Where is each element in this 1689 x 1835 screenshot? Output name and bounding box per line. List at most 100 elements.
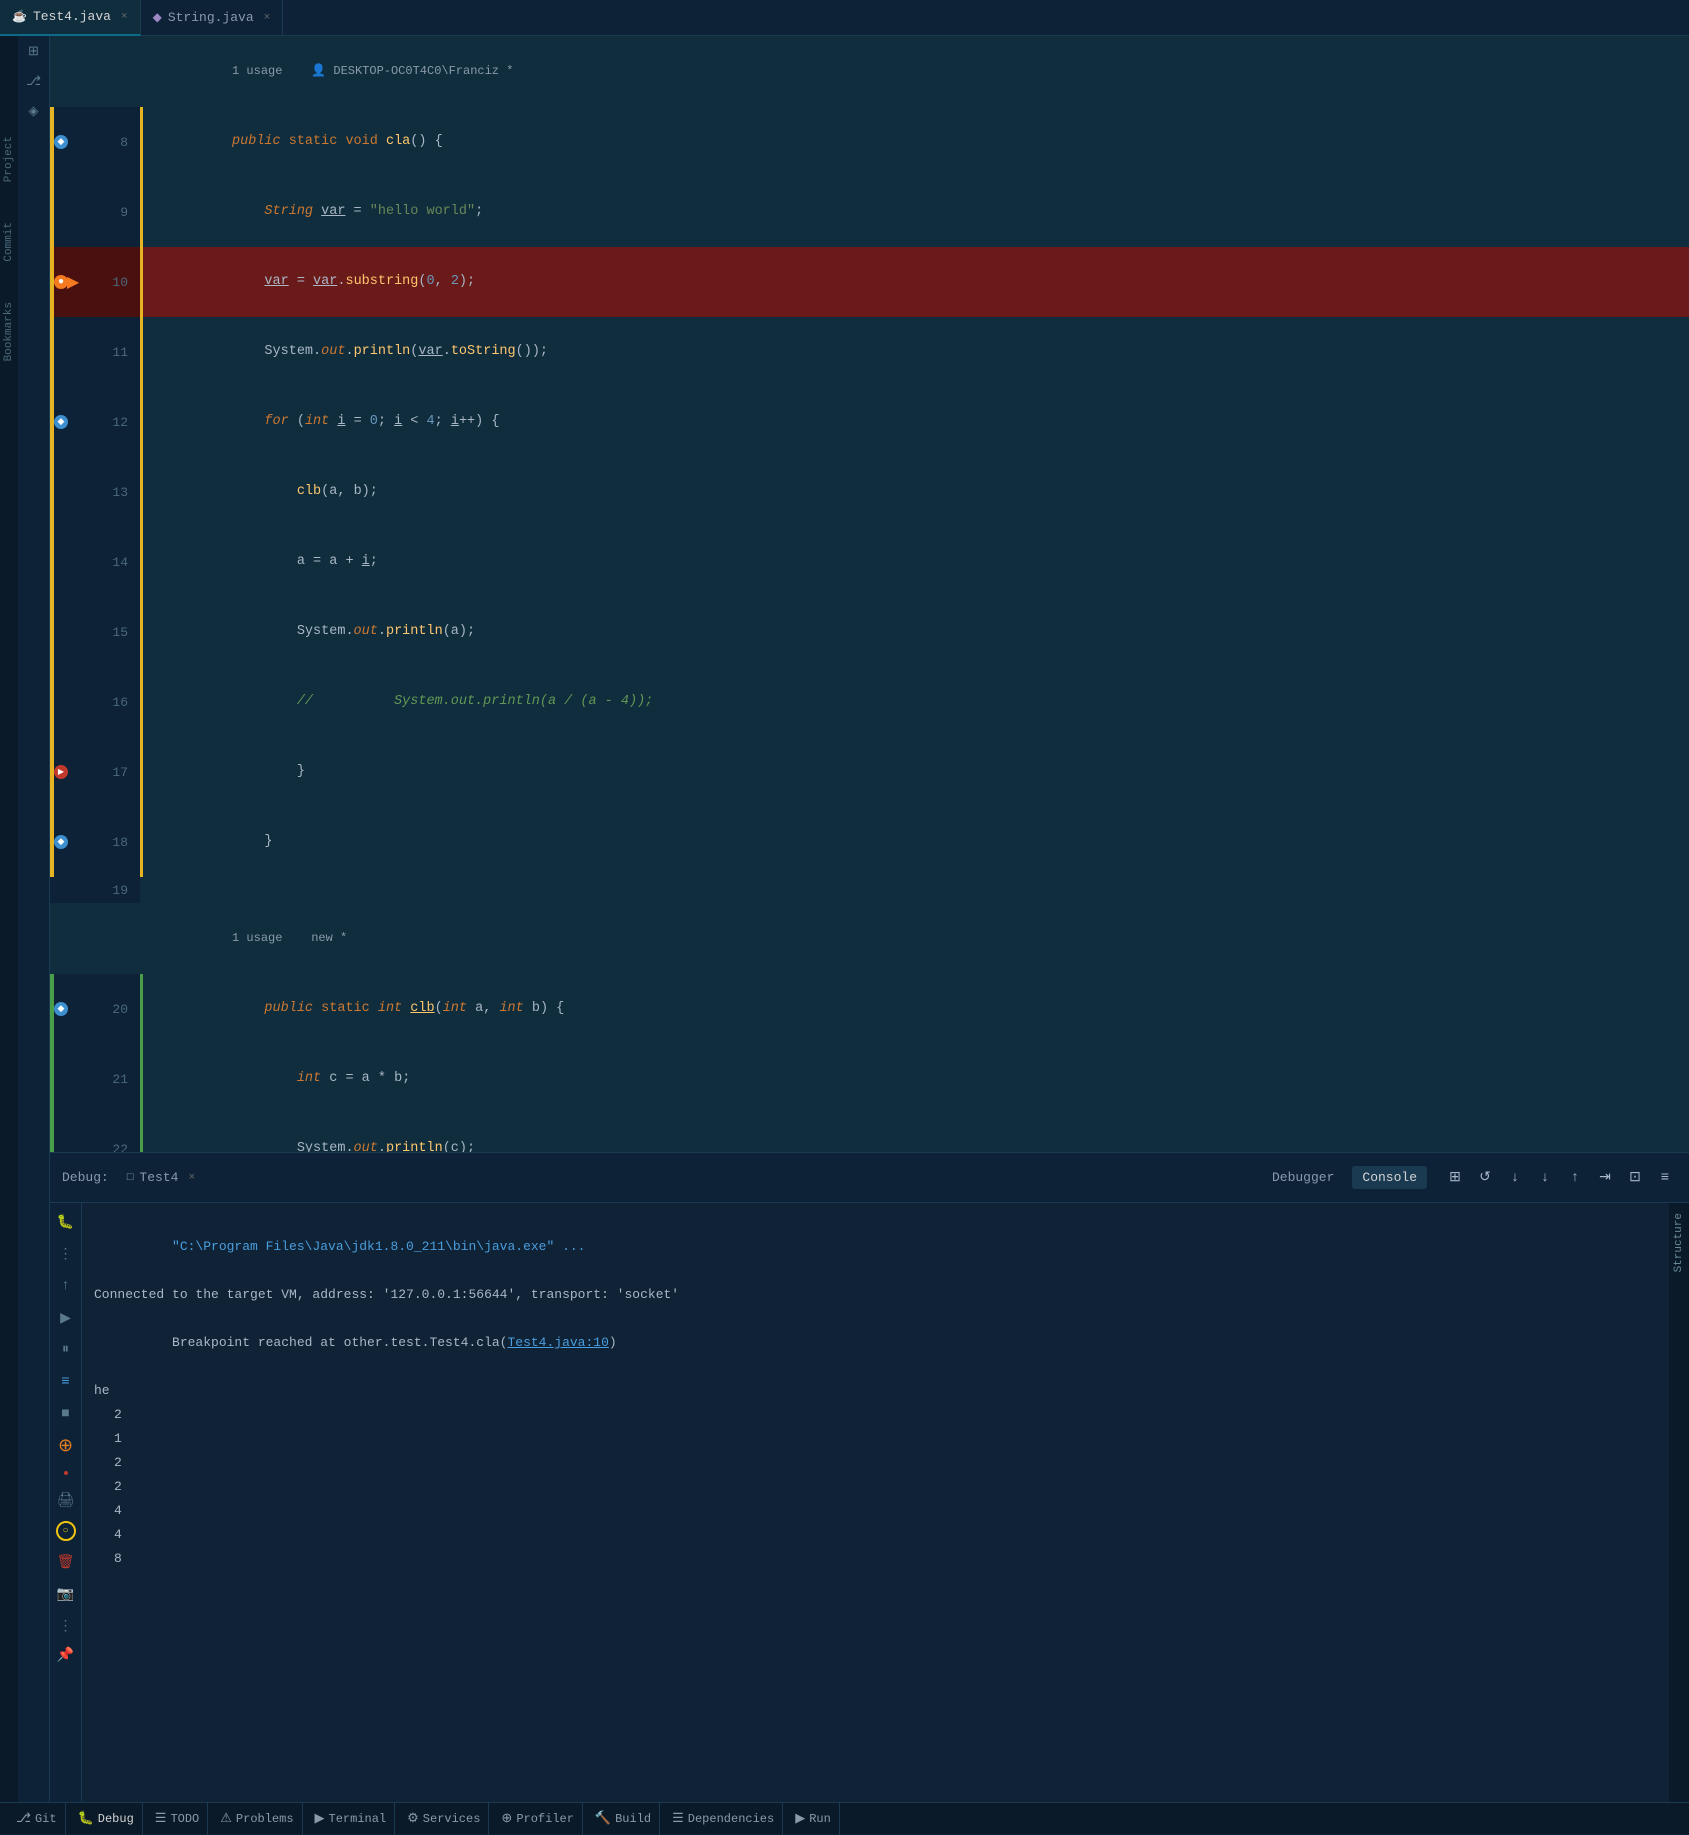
usage-meta-2: 1 usage new * [143,903,1689,974]
status-build[interactable]: 🔨 Build [587,1803,660,1835]
var-var-11: var [418,344,442,359]
sidebar-icon-1[interactable]: ⊞ [23,40,45,62]
more2-icon[interactable]: ⋮ [55,1615,77,1637]
var-i-12: i [337,414,345,429]
line-8-content[interactable]: public static void cla() { [143,107,1689,177]
var-b-21: b [394,1071,402,1086]
delete-icon[interactable]: 🗑 [55,1551,77,1573]
stop-icon[interactable]: ■ [55,1403,77,1425]
sidebar-icon-3[interactable]: ◈ [23,100,45,122]
commit-label[interactable]: Commit [3,222,15,262]
tab-console[interactable]: Console [1352,1166,1427,1189]
line-num-8: 8 [120,135,128,150]
line-22-content[interactable]: System.out.println(c); [143,1114,1689,1152]
line-13-content[interactable]: clb(a, b); [143,457,1689,527]
out-22: out [354,1141,378,1152]
camera-icon[interactable]: 📷 [55,1583,77,1605]
debug-session-tab[interactable]: □ Test4 × [117,1166,205,1189]
status-todo[interactable]: ☰ TODO [147,1803,208,1835]
line-16-row: 16 // System.out.println(a / (a - 4)); [50,667,1689,737]
tab-string[interactable]: ◆ String.java × [141,0,284,36]
bookmark-20: ◆ [54,1002,68,1016]
line-10-content[interactable]: var = var.substring(0, 2); [143,247,1689,317]
usage-text-2: 1 usage new * [232,931,347,945]
status-services-label: Services [423,1812,481,1826]
tab-test4-label: Test4.java [33,9,111,24]
kw-public-20: public [264,1001,313,1016]
line-num-12: 12 [112,415,128,430]
var-i-12b: i [394,414,402,429]
test4-link[interactable]: Test4.java:10 [507,1335,608,1350]
tab-string-close[interactable]: × [264,12,271,24]
status-run[interactable]: ▶ Run [787,1803,840,1835]
usage-text: 1 usage 👤 DESKTOP-OC0T4C0\Franciz * [232,64,513,78]
bookmarks-label[interactable]: Bookmarks [3,302,15,361]
line-21-content[interactable]: int c = a * b; [143,1044,1689,1114]
project-label[interactable]: Project [3,136,15,182]
kw-string-9: String [264,204,313,219]
toolbar-step-out-btn[interactable]: ↑ [1563,1166,1587,1190]
console-line-3: Breakpoint reached at other.test.Test4.c… [94,1307,1657,1379]
toolbar-eval-btn[interactable]: ⊡ [1623,1166,1647,1190]
tab-debugger[interactable]: Debugger [1262,1166,1344,1189]
up-icon[interactable]: ↑ [55,1275,77,1297]
status-problems[interactable]: ⚠ Problems [212,1803,302,1835]
out-15: out [354,624,378,639]
stack-icon[interactable]: ≡ [55,1371,77,1393]
code-container[interactable]: 1 usage 👤 DESKTOP-OC0T4C0\Franciz * ◆ 8 … [50,36,1689,1152]
toolbar-run-to-btn[interactable]: ⇥ [1593,1166,1617,1190]
gutter-17: ▶ 17 [50,737,140,807]
tab-test4[interactable]: ☕ Test4.java × [0,0,141,36]
tab-test4-close[interactable]: × [121,11,128,23]
sidebar-icon-2[interactable]: ⎇ [23,70,45,92]
pause-icon[interactable]: ⏸ [55,1339,77,1361]
line-18-content[interactable]: } [143,807,1689,877]
pin-icon[interactable]: 📌 [58,1647,74,1663]
structure-label[interactable]: Structure [1673,1213,1685,1272]
toolbar-screen-btn[interactable]: ⊞ [1443,1166,1467,1190]
line-16-content[interactable]: // System.out.println(a / (a - 4)); [143,667,1689,737]
var-c-22: c [451,1141,459,1152]
line-19-row: 19 [50,877,1689,903]
status-bar: ⎇ Git 🐛 Debug ☰ TODO ⚠ Problems ▶ Termin… [0,1802,1689,1834]
status-git[interactable]: ⎇ Git [8,1803,66,1835]
toolbar-step-into-btn[interactable]: ↓ [1533,1166,1557,1190]
kw-int-12: int [305,414,329,429]
line-11-content[interactable]: System.out.println(var.toString()); [143,317,1689,387]
toolbar-step-over-btn[interactable]: ↓ [1503,1166,1527,1190]
line-15-content[interactable]: System.out.println(a); [143,597,1689,667]
line-9-content[interactable]: String var = "hello world"; [143,177,1689,247]
console-num-4a: 4 [94,1499,1657,1523]
modified-22 [50,1114,54,1152]
bookmark-17: ▶ [54,765,68,779]
status-profiler[interactable]: ⊕ Profiler [493,1803,583,1835]
print-icon[interactable]: 🖨 [55,1489,77,1511]
status-dependencies[interactable]: ☰ Dependencies [664,1803,783,1835]
line-19-content[interactable] [143,877,1689,903]
line-12-content[interactable]: for (int i = 0; i < 4; i++) { [143,387,1689,457]
line-20-content[interactable]: public static int clb(int a, int b) { [143,974,1689,1044]
toolbar-rerun-btn[interactable]: ↺ [1473,1166,1497,1190]
status-terminal[interactable]: ▶ Terminal [307,1803,396,1835]
dump-icon[interactable]: ⊕ [55,1435,77,1457]
terminal-icon: ▶ [315,1811,325,1826]
var-var-10b: var [313,274,337,289]
console-num-2c: 2 [94,1475,1657,1499]
line-14-content[interactable]: a = a + i; [143,527,1689,597]
circle-icon[interactable]: ○ [56,1521,76,1541]
console-output[interactable]: "C:\Program Files\Java\jdk1.8.0_211\bin\… [82,1203,1669,1802]
rerun-icon[interactable]: 🐛 [55,1211,77,1233]
status-services[interactable]: ⚙ Services [399,1803,489,1835]
console-path: "C:\Program Files\Java\jdk1.8.0_211\bin\… [172,1239,585,1254]
line-17-content[interactable]: } [143,737,1689,807]
play-icon[interactable]: ▶ [55,1307,77,1329]
comment-16: // System.out.println(a / (a - 4)); [297,694,653,709]
tab-bar: ☕ Test4.java × ◆ String.java × [0,0,1689,36]
more-icon[interactable]: ⋮ [55,1243,77,1265]
status-run-label: Run [809,1812,831,1826]
status-debug[interactable]: 🐛 Debug [70,1803,143,1835]
debug-session-close[interactable]: × [188,1172,195,1184]
toolbar-frames-btn[interactable]: ≡ [1653,1166,1677,1190]
build-icon: 🔨 [595,1811,611,1826]
console-line-2: Connected to the target VM, address: '12… [94,1283,1657,1307]
